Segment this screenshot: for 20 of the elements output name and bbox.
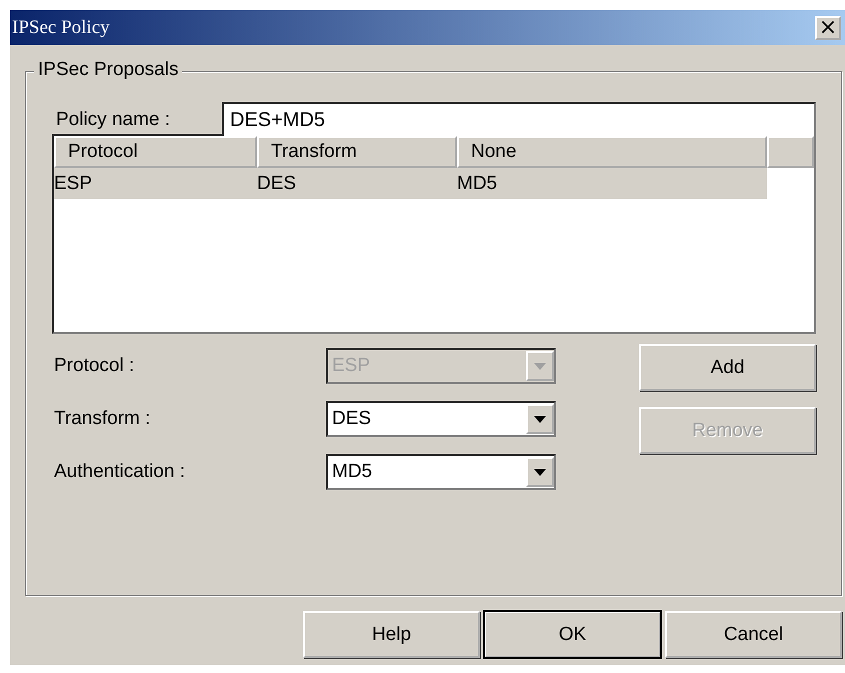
dialog-button[interactable]: Cancel <box>665 611 842 658</box>
field-label: Policy name : <box>55 109 172 131</box>
table-row[interactable]: ESP DES MD5 <box>54 168 767 199</box>
dialog-button[interactable]: OK <box>484 611 661 658</box>
dropdown[interactable]: MD5 <box>326 454 556 490</box>
dialog-button[interactable]: Help <box>303 611 480 658</box>
action-button[interactable]: Add <box>639 344 816 391</box>
window-title: IPSec Policy <box>12 16 110 38</box>
list-view[interactable]: Protocol Transform None ESP DES MD5 <box>52 134 816 334</box>
table-cell-text: DES <box>257 172 298 194</box>
group-title: IPSec Proposals <box>34 59 182 81</box>
table-cell-text: ESP <box>54 172 94 194</box>
close-button[interactable]: × <box>815 16 841 40</box>
field-label: Protocol : <box>53 355 136 377</box>
column-header[interactable]: Protocol <box>54 136 257 168</box>
field-label: Transform : <box>53 408 152 430</box>
policy-name-field[interactable]: DES+MD5 <box>222 102 816 138</box>
dropdown[interactable]: DES <box>326 401 556 437</box>
table-cell-text: MD5 <box>457 172 498 194</box>
field-label: Authentication : <box>53 461 186 483</box>
